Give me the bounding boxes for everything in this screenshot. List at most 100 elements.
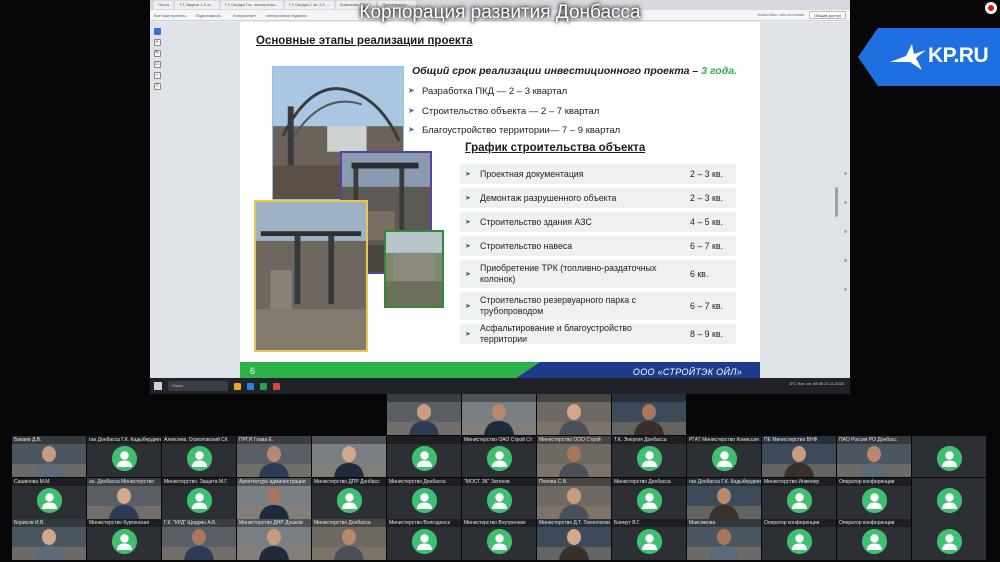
participant-name: Архитектура администрация xyxy=(237,478,311,486)
lead-text: Общий срок реализации инвестиционного пр… xyxy=(412,65,699,77)
participant-tile[interactable]: Бакаев Д.В. xyxy=(12,436,86,477)
schedule-term: 6 – 7 кв. xyxy=(690,301,723,311)
participant-tile[interactable]: Т.К. Энергия Донбасса xyxy=(612,436,686,477)
participant-avatar-icon xyxy=(487,488,512,514)
participant-tile[interactable]: Министерство. Защита М.Г. xyxy=(162,478,236,519)
pen-icon[interactable]: ✎ xyxy=(153,50,161,57)
participant-avatar-icon xyxy=(637,488,662,514)
participant-tile[interactable] xyxy=(912,519,986,560)
participant-tile[interactable]: Оператор конференции xyxy=(762,519,836,560)
participant-tile[interactable]: Министерство ООО Строй xyxy=(537,436,611,477)
participant-name: Министерство Донбасса xyxy=(387,478,461,486)
participant-name: Министерство Волгодонск xyxy=(387,519,461,527)
highlight-icon[interactable]: ▭ xyxy=(153,61,161,68)
zoom-out-icon[interactable]: − xyxy=(153,72,161,79)
participant-avatar-icon xyxy=(412,529,437,555)
participant-tile[interactable]: Г.К. "КРД" Щедрин А.Б. xyxy=(162,519,236,560)
participant-name: Министерство Д.Т. Технологии xyxy=(537,519,611,527)
participant-tile[interactable] xyxy=(312,436,386,477)
side-icon[interactable] xyxy=(844,230,847,233)
participant-name: Министерство. Защита М.Г. xyxy=(162,478,236,486)
vertical-scrollbar[interactable] xyxy=(835,187,838,217)
participant-tile[interactable]: Министерство Донбасса xyxy=(387,478,461,519)
participant-tile[interactable] xyxy=(612,394,686,435)
schedule-term: 6 – 7 кв. xyxy=(690,241,723,251)
participant-tile[interactable]: ан. Донбасса Министерство xyxy=(87,478,161,519)
participant-name: Т.К. Энергия Донбасса xyxy=(612,436,686,444)
participant-avatar-icon xyxy=(187,446,212,472)
schedule-stage: Демонтаж разрушенного объекта xyxy=(480,192,617,203)
text-icon[interactable]: T xyxy=(153,83,161,90)
participant-avatar-icon xyxy=(412,446,437,472)
participant-tile[interactable]: Бахмут В.Г. xyxy=(612,519,686,560)
participant-tile[interactable]: Министерство Донбасса xyxy=(612,478,686,519)
kp-logo-text: KP.RU xyxy=(928,44,989,67)
participant-tile[interactable]: Алексеев. Осмоловский СК xyxy=(162,436,236,477)
zoom-in-icon[interactable]: + xyxy=(153,39,161,46)
participant-avatar-icon xyxy=(637,446,662,472)
participant-tile[interactable] xyxy=(462,394,536,435)
schedule-stage: Строительство навеса xyxy=(480,240,573,251)
side-icon[interactable] xyxy=(844,259,847,262)
participant-tile[interactable] xyxy=(387,436,461,477)
side-icon[interactable] xyxy=(844,172,847,175)
side-icon[interactable] xyxy=(844,288,847,291)
pdf-icon[interactable] xyxy=(273,382,280,390)
swallow-icon xyxy=(890,44,926,70)
participant-tile[interactable]: ПРГИ Глава Е. xyxy=(237,436,311,477)
participant-tile[interactable]: Министерство Инженер xyxy=(762,478,836,519)
schedule-row: Приобретение ТРК (топливно-раздаточных к… xyxy=(460,260,736,288)
participant-tile[interactable] xyxy=(912,436,986,477)
participant-avatar-icon xyxy=(37,488,62,514)
participant-tile[interactable]: Сашинова М.М. xyxy=(12,478,86,519)
participant-tile[interactable] xyxy=(912,478,986,519)
participant-tile[interactable]: Борисов И.В. xyxy=(12,519,86,560)
participant-name: Борисов И.В. xyxy=(12,519,86,527)
record-indicator-icon xyxy=(985,2,997,14)
participant-tile[interactable]: Оператор конференции xyxy=(837,519,911,560)
participant-tile[interactable] xyxy=(387,394,461,435)
participant-tile[interactable]: Министерство Курганская xyxy=(87,519,161,560)
participant-avatar-icon xyxy=(412,488,437,514)
participant-tile[interactable]: Оператор конференции xyxy=(837,478,911,519)
participant-tile[interactable]: Министерство Д.Т. Технологии xyxy=(537,519,611,560)
participant-tile[interactable]: Министерство Внутренних xyxy=(462,519,536,560)
phase-item: Разработка ПКД — 2 – 3 квартал xyxy=(408,86,567,97)
participant-tile[interactable]: Министерство ДПР Донбасс xyxy=(312,478,386,519)
taskbar-search[interactable]: Поиск xyxy=(168,381,228,391)
participant-tile[interactable]: ПАО Россия РО Донбасс xyxy=(837,436,911,477)
participant-name: Алексеев. Осмоловский СК xyxy=(162,436,236,444)
folder-icon[interactable] xyxy=(234,382,241,390)
participant-avatar-icon xyxy=(862,488,887,514)
participant-avatar-icon xyxy=(112,446,137,472)
participant-avatar-icon xyxy=(937,488,962,514)
cursor-tool-icon[interactable] xyxy=(153,28,161,35)
participant-tile[interactable]: Министерство Донбасса xyxy=(312,519,386,560)
participant-tile[interactable] xyxy=(537,394,611,435)
participant-name: Бахмут В.Г. xyxy=(612,519,686,527)
participant-tile[interactable]: Министерство Волгодонск xyxy=(387,519,461,560)
participant-tile[interactable]: ПЕ Министерство ВНФ xyxy=(762,436,836,477)
participant-tile[interactable]: Министерство ДНР Душков xyxy=(237,519,311,560)
participant-tile[interactable]: ган Донбасса Г.К. Кадыбердиева xyxy=(87,436,161,477)
participant-avatar-icon xyxy=(787,529,812,555)
participant-tile[interactable]: Министерство ОАО Строй Ст xyxy=(462,436,536,477)
schedule-stage: Проектная документация xyxy=(480,168,584,179)
participant-tile[interactable]: ган Донбасса Г.К. Кадыбердиева xyxy=(687,478,761,519)
app-icon[interactable] xyxy=(260,382,267,390)
schedule-row: Демонтаж разрушенного объекта 2 – 3 кв. xyxy=(460,188,736,208)
participant-tile[interactable]: РГАТ Министерство Комиссия xyxy=(687,436,761,477)
participant-name: Г.К. "КРД" Щедрин А.Б. xyxy=(162,519,236,527)
browser-icon[interactable] xyxy=(247,382,254,390)
participant-tile[interactable]: Архитектура администрация xyxy=(237,478,311,519)
participant-name: ган Донбасса Г.К. Кадыбердиева xyxy=(87,436,161,444)
system-tray: 8°С Исп. сп. 08:50 21.11.2024 xyxy=(789,381,844,386)
phase-item: Благоустройство территории— 7 – 9 кварта… xyxy=(408,125,620,136)
schedule-term: 8 – 9 кв. xyxy=(690,329,723,339)
participant-tile[interactable]: "МОСТ ЗК" Затонов xyxy=(462,478,536,519)
start-button-icon[interactable] xyxy=(154,382,162,390)
participant-name xyxy=(537,394,611,402)
participant-tile[interactable]: Попова С.В. xyxy=(537,478,611,519)
side-icon[interactable] xyxy=(844,201,847,204)
participant-tile[interactable]: Максимова xyxy=(687,519,761,560)
